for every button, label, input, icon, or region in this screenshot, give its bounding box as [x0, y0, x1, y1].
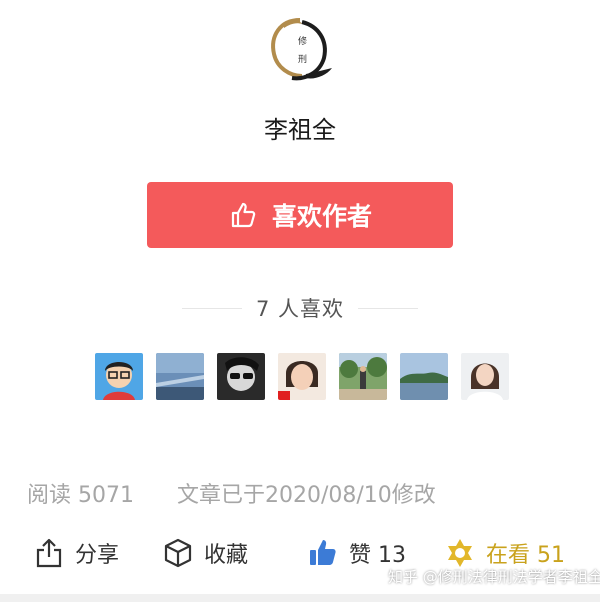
- avatar-sky[interactable]: [156, 353, 204, 400]
- logo-text-bottom: 刑: [298, 54, 307, 65]
- share-icon: [36, 538, 62, 568]
- avatar-sunglasses[interactable]: [217, 353, 265, 400]
- favorite-button[interactable]: 收藏: [162, 530, 248, 576]
- bottom-bar: [0, 594, 600, 602]
- watermark: 知乎 @修刑法律刑法学者李祖全: [388, 568, 600, 586]
- modified-date: 文章已于2020/08/10修改: [176, 483, 436, 508]
- divider-right: [358, 308, 418, 309]
- logo: 修 刑: [262, 14, 338, 84]
- likes-summary: 7 人喜欢: [0, 293, 600, 323]
- thumbs-up-filled-icon: [310, 540, 336, 565]
- like-author-button[interactable]: 喜欢作者: [147, 182, 453, 248]
- thumbs-up-outline-icon: [231, 202, 256, 228]
- zan-label: 赞 13: [349, 543, 406, 568]
- avatar-cartoon[interactable]: [95, 353, 143, 400]
- avatar-woman[interactable]: [278, 353, 326, 400]
- avatar-lake[interactable]: [400, 353, 448, 400]
- favorite-label: 收藏: [204, 543, 249, 568]
- article-meta: 阅读 5071 文章已于2020/08/10修改: [27, 477, 436, 509]
- cube-icon: [164, 538, 192, 568]
- like-author-label: 喜欢作者: [271, 202, 372, 231]
- liker-avatars: [95, 353, 509, 400]
- yinyang-dragon-logo: 修 刑: [271, 18, 332, 81]
- avatar-portrait[interactable]: [461, 353, 509, 400]
- likes-count: 7 人喜欢: [255, 297, 345, 321]
- hexagon-star-icon: [448, 539, 472, 567]
- watching-label: 在看 51: [486, 543, 565, 568]
- read-count: 阅读 5071: [27, 483, 134, 508]
- author-name[interactable]: 李祖全: [0, 110, 600, 145]
- share-button[interactable]: 分享: [33, 530, 119, 576]
- logo-text-top: 修: [298, 35, 307, 47]
- avatar-park[interactable]: [339, 353, 387, 400]
- share-label: 分享: [75, 543, 120, 568]
